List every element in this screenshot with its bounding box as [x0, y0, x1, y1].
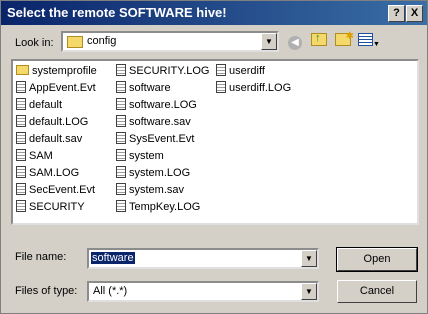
list-item-label: software.LOG [129, 99, 197, 111]
open-dialog: Select the remote SOFTWARE hive! ? X Loo… [0, 0, 428, 314]
list-item[interactable]: SecEvent.Evt [16, 182, 95, 199]
look-in-value: config [87, 35, 117, 47]
list-item-label: software [129, 82, 171, 94]
close-button[interactable]: X [406, 5, 423, 22]
list-item[interactable]: default.sav [16, 131, 82, 148]
list-item[interactable]: SAM [16, 148, 53, 165]
list-item-label: AppEvent.Evt [29, 82, 96, 94]
up-folder-icon[interactable]: ↑ [310, 32, 328, 51]
list-item-label: system.LOG [129, 167, 191, 179]
chevron-down-icon[interactable]: ▼ [261, 33, 277, 50]
folder-icon [16, 65, 29, 76]
look-in-select[interactable]: config ▼ [61, 31, 279, 52]
list-item-label: SECURITY [29, 201, 85, 213]
file-type-label: Files of type: [15, 285, 78, 297]
chevron-down-icon[interactable]: ▼ [301, 250, 317, 267]
list-item[interactable]: system.sav [116, 182, 184, 199]
file-icon [116, 132, 126, 145]
list-item[interactable]: SECURITY [16, 199, 85, 216]
list-item[interactable]: software.sav [116, 114, 191, 131]
list-item[interactable]: SAM.LOG [16, 165, 79, 182]
open-button[interactable]: Open [336, 247, 418, 272]
list-item[interactable]: system [116, 148, 164, 165]
file-icon [116, 183, 126, 196]
list-item-label: SAM.LOG [29, 167, 80, 179]
view-menu-icon[interactable]: ▼ [357, 33, 381, 51]
list-item-label: SecEvent.Evt [29, 184, 96, 196]
help-icon: ? [393, 7, 400, 19]
title-bar: Select the remote SOFTWARE hive! ? X [1, 1, 427, 25]
file-icon [116, 115, 126, 128]
file-type-value: All (*.*) [93, 285, 128, 297]
new-folder-icon[interactable]: ✱ [334, 31, 354, 51]
list-item[interactable]: userdiff.LOG [216, 80, 291, 97]
close-icon: X [410, 7, 419, 19]
back-icon[interactable]: ◀ [286, 33, 304, 51]
file-type-select[interactable]: All (*.*) ▼ [87, 281, 319, 302]
file-icon [16, 166, 26, 179]
list-item-label: userdiff [229, 65, 265, 77]
file-icon [16, 200, 26, 213]
look-in-label: Look in: [15, 37, 54, 49]
file-icon [116, 200, 126, 213]
cancel-button[interactable]: Cancel [337, 280, 417, 303]
file-icon [116, 81, 126, 94]
list-item[interactable]: default [16, 97, 62, 114]
file-icon [16, 81, 26, 94]
file-list[interactable]: systemprofile AppEvent.Evt default default.… [11, 59, 419, 225]
list-item-label: systemprofile [32, 65, 97, 77]
list-item[interactable]: AppEvent.Evt [16, 80, 96, 97]
file-name-value: software [91, 252, 135, 264]
list-item[interactable]: systemprofile [16, 63, 97, 80]
file-icon [16, 132, 26, 145]
list-item[interactable]: SECURITY.LOG [116, 63, 210, 80]
list-item[interactable]: software [116, 80, 171, 97]
list-item-label: system.sav [129, 184, 185, 196]
list-item[interactable]: software.LOG [116, 97, 197, 114]
list-item-label: SAM [29, 150, 53, 162]
file-icon [216, 64, 226, 77]
file-icon [116, 166, 126, 179]
file-icon [116, 98, 126, 111]
list-item-label: default.LOG [29, 116, 89, 128]
list-item-label: TempKey.LOG [129, 201, 201, 213]
list-item[interactable]: TempKey.LOG [116, 199, 200, 216]
file-name-input[interactable]: software ▼ [87, 248, 319, 269]
list-item-label: userdiff.LOG [229, 82, 292, 94]
list-item-label: default.sav [29, 133, 83, 145]
list-item-label: software.sav [129, 116, 191, 128]
list-item-label: default [29, 99, 63, 111]
file-icon [116, 64, 126, 77]
file-icon [16, 149, 26, 162]
file-icon [16, 183, 26, 196]
list-item-label: SECURITY.LOG [129, 65, 210, 77]
list-item[interactable]: userdiff [216, 63, 265, 80]
chevron-down-icon[interactable]: ▼ [301, 283, 317, 300]
list-item[interactable]: SysEvent.Evt [116, 131, 194, 148]
file-icon [216, 81, 226, 94]
list-item[interactable]: default.LOG [16, 114, 88, 131]
list-item-label: SysEvent.Evt [129, 133, 195, 145]
file-icon [16, 98, 26, 111]
help-button[interactable]: ? [388, 5, 405, 22]
dialog-title: Select the remote SOFTWARE hive! [7, 5, 227, 20]
list-item[interactable]: system.LOG [116, 165, 190, 182]
folder-icon [67, 36, 83, 51]
file-icon [16, 115, 26, 128]
file-icon [116, 149, 126, 162]
file-name-label: File name: [15, 251, 67, 263]
list-item-label: system [129, 150, 164, 162]
